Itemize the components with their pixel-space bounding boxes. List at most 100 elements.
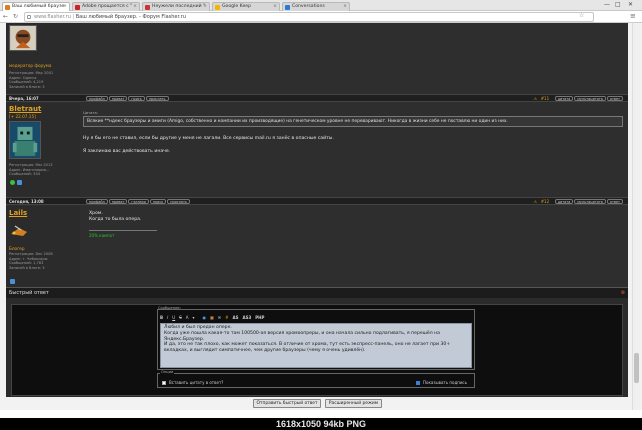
close-window-button[interactable]: ✕ <box>628 1 633 9</box>
post-author-panel: модератор форума Регистрация: May 2001 А… <box>6 23 80 93</box>
as3-code-button[interactable]: AS3 <box>242 314 251 321</box>
underline-button[interactable]: U <box>172 314 175 321</box>
signature-divider <box>89 230 157 231</box>
browser-tab[interactable]: Google Keep × <box>212 2 280 11</box>
close-icon[interactable]: × <box>63 3 67 11</box>
post-body: Хром. Когда то была опера. 20% кампот <box>80 206 628 287</box>
image-icon[interactable]: ■ <box>210 314 214 321</box>
post-text: Я заклинаю вас действовать иначе. <box>83 149 171 154</box>
collapse-icon[interactable]: ⊗ <box>621 288 625 298</box>
username[interactable]: Bletraut <box>9 105 41 113</box>
quote-checkbox[interactable] <box>162 381 166 385</box>
favicon-icon <box>75 5 80 10</box>
close-icon[interactable]: × <box>343 3 347 11</box>
warning-icon[interactable]: ⚠ <box>534 96 538 101</box>
quote-button[interactable]: цитата <box>554 199 574 204</box>
post-number[interactable]: #12 <box>541 199 549 204</box>
post-body <box>80 23 628 93</box>
reply-button[interactable]: ответ <box>606 96 623 101</box>
user-rank: модератор форума <box>9 63 52 68</box>
bookmark-star-icon[interactable]: ☆ <box>579 12 584 19</box>
private-message-button[interactable]: приват <box>108 96 128 101</box>
favicon-icon <box>145 5 150 10</box>
browser-tab[interactable]: Неужели последний " × <box>142 2 210 11</box>
reply-button[interactable]: ответ <box>606 199 623 204</box>
editor-toolbar: B I U S A ▾ ● ■ ✉ # AS AS3 PHP <box>160 314 268 321</box>
favicon-icon <box>215 5 220 10</box>
browser-tab[interactable]: Conversations × <box>282 2 350 11</box>
minimize-button[interactable]: — <box>604 1 610 9</box>
profile-button[interactable]: профайл <box>86 96 108 101</box>
link-icon[interactable]: ● <box>203 314 207 321</box>
search-button[interactable]: поиск <box>149 199 167 204</box>
private-message-button[interactable]: приват <box>108 199 128 204</box>
social-icon[interactable] <box>10 279 15 284</box>
url-field[interactable]: www.flasher.ru | Ваш любимый браузер. - … <box>24 12 594 22</box>
post-footer: Сегодня, 13:08 профайл приват гэллери поиск… <box>6 197 628 205</box>
back-icon[interactable]: ← <box>3 13 8 20</box>
quick-reply-title: Быстрый ответ <box>9 290 49 296</box>
quote-button[interactable]: цитата <box>554 96 574 101</box>
user-rank: Блогер <box>9 246 25 251</box>
quote-block: Всякие **ндекс браузеры и амиги (Amigo, … <box>83 116 623 127</box>
post-author-panel: Lails Блогер Регистрация: Dec 2008 Адрес… <box>6 206 80 287</box>
post-number[interactable]: #11 <box>541 96 549 101</box>
font-color-button[interactable]: A ▾ <box>186 314 199 321</box>
italic-button[interactable]: I <box>167 314 168 321</box>
page-icon <box>27 15 31 19</box>
signature-option-label: Показывать подпись <box>423 380 467 385</box>
send-button[interactable]: прислать <box>145 96 169 101</box>
post-text: Ну я бы его не ставил, если бы другие у … <box>83 136 334 141</box>
username[interactable]: Lails <box>9 209 27 217</box>
profile-button[interactable]: профайл <box>86 199 108 204</box>
options-legend: Опции <box>160 370 175 374</box>
php-code-button[interactable]: PHP <box>255 314 264 321</box>
post-body: Цитата: Всякие **ндекс браузеры и амиги … <box>80 103 628 196</box>
quote-label: Цитата: <box>83 111 98 115</box>
email-icon[interactable]: ✉ <box>218 314 221 321</box>
code-icon[interactable]: # <box>225 314 228 321</box>
close-icon[interactable]: × <box>203 3 207 11</box>
scrollbar-thumb[interactable] <box>634 353 639 383</box>
gallery-button[interactable]: гэллери <box>128 199 149 204</box>
user-info: Регистрация: Dec 2008 Адрес: г. Чебоксар… <box>9 252 53 270</box>
strike-button[interactable]: S <box>179 314 182 321</box>
browser-tab[interactable]: Adobe прощается с " × <box>72 2 140 11</box>
user-info: Регистрация: Mar 2013 Адрес: Имагинария.… <box>9 163 53 177</box>
scrollbar[interactable] <box>632 23 640 419</box>
warning-icon[interactable]: ⚠ <box>534 199 538 204</box>
signature-checkbox[interactable] <box>416 381 420 385</box>
image-caption: 1618x1050 94kb PNG <box>0 418 642 430</box>
message-textarea[interactable]: Любил и был предан опере. Когда уже пошл… <box>160 323 472 368</box>
close-icon[interactable]: × <box>133 3 137 11</box>
tab-bar: Ваш любимый браузе × Adobe прощается с " ×… <box>0 0 642 12</box>
search-button[interactable]: поиск <box>128 96 145 101</box>
post-text: Когда то была опера. <box>89 217 142 222</box>
submit-quick-reply-button[interactable]: Отправить быстрый ответ <box>253 399 321 408</box>
page-bottom <box>0 410 642 418</box>
avatar <box>9 25 37 51</box>
post-date: Сегодня, 13:08 <box>9 199 44 204</box>
menu-icon[interactable]: ≡ <box>630 12 636 20</box>
avatar <box>9 220 29 240</box>
post-date: Вчера, 16:07 <box>9 96 39 101</box>
post-author-panel: Bletraut [+ 22.07.15] Регистрация: Mar 2… <box>6 103 80 196</box>
advanced-mode-button[interactable]: Расширенный режим <box>325 399 382 408</box>
as-code-button[interactable]: AS <box>233 314 239 321</box>
online-status-icon <box>10 180 15 185</box>
multiquote-button[interactable]: мультицитата <box>574 199 606 204</box>
user-info: Регистрация: May 2001 Адрес: Одесса Сооб… <box>9 71 54 89</box>
post-footer: Вчера, 16:07 профайл приват поиск прислать … <box>6 94 628 102</box>
reload-icon[interactable]: ↻ <box>13 13 18 20</box>
maximize-button[interactable]: □ <box>615 1 621 9</box>
bold-button[interactable]: B <box>160 314 163 321</box>
send-button[interactable]: прислать <box>167 199 190 204</box>
address-bar-row: ← ↻ www.flasher.ru | Ваш любимый браузер… <box>0 11 642 23</box>
close-icon[interactable]: × <box>273 3 277 11</box>
favicon-icon <box>5 5 10 10</box>
multiquote-button[interactable]: мультицитата <box>574 96 606 101</box>
quote-option-label: Вставить цитату в ответ? <box>169 380 224 385</box>
social-icon[interactable] <box>17 180 22 185</box>
signature: 20% кампот <box>89 233 115 238</box>
quick-reply-header: Быстрый ответ ⊗ <box>6 287 628 298</box>
